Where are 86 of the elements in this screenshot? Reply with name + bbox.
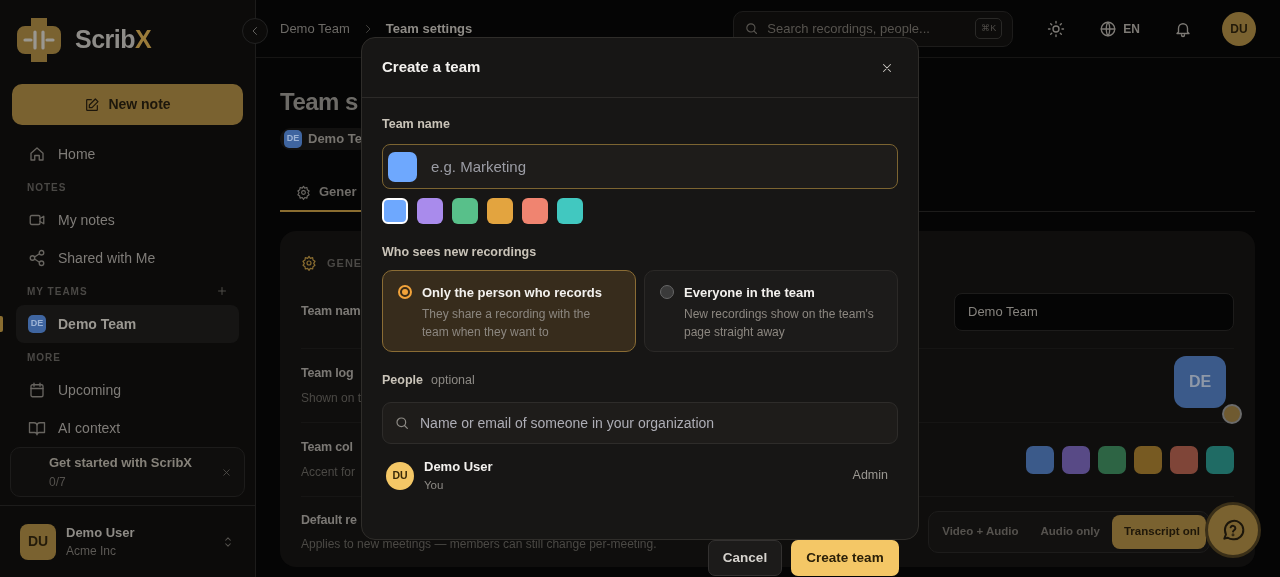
globe-icon [1099,19,1118,38]
edit-icon [84,96,101,113]
option-title: Everyone in the team [684,284,816,302]
section-header: NOTES [27,180,67,195]
organization-name: Acme Inc [66,543,117,561]
shortcut-hint: ⌘K [975,17,1003,40]
sun-icon[interactable] [1047,19,1066,38]
gear-icon [296,184,311,200]
member-avatar: DU [386,461,414,490]
segment-option[interactable]: Transcript onl [1111,515,1206,549]
visibility-option[interactable]: Everyone in the team New recordings show on the team's page straight away [644,270,898,352]
nav-item[interactable]: Upcoming [16,371,239,409]
color-swatch[interactable] [1026,445,1054,474]
option-description: New recordings show on the team's page straight away [684,305,875,341]
color-swatch[interactable] [1134,445,1162,474]
page-title: Team s [280,87,359,117]
color-swatch[interactable] [382,198,408,224]
color-swatch[interactable] [1170,445,1198,474]
user-menu[interactable]: DU Demo User Acme Inc [0,505,255,577]
field-label: People [382,372,423,388]
people-search-field[interactable]: Name or email of someone in your organization [382,401,898,444]
upload-badge[interactable] [1222,403,1242,424]
radio-icon [660,285,674,299]
optional-hint: optional [431,372,475,389]
section-header: MORE [27,350,61,365]
modal-title: Create a team [382,57,481,78]
radio-icon [398,285,412,299]
search-icon [394,414,410,431]
visibility-option[interactable]: Only the person who records They share a recording with the team when they want to [382,270,636,352]
cancel-button[interactable]: Cancel [708,540,782,576]
breadcrumb-item: Team settings [385,19,473,38]
option-title: Only the person who records [422,284,603,302]
member-note: You [424,477,445,493]
close-icon[interactable] [221,466,232,478]
create-team-button[interactable]: Create team [791,540,899,576]
nav-item[interactable]: My notes [16,201,239,239]
field-label: Team name [382,116,451,132]
team-name-input[interactable]: e.g. Marketing [382,144,898,189]
color-swatch[interactable] [487,198,513,224]
segment-option[interactable]: Audio only [1030,515,1110,549]
member-role: Admin [852,467,889,485]
color-swatch[interactable] [557,198,583,224]
color-swatch[interactable] [417,198,443,224]
team-avatar: DE [28,315,46,333]
team-color-preview [388,151,417,182]
user-avatar[interactable]: DU [1222,11,1256,46]
home-icon [28,145,46,163]
color-swatch[interactable] [1206,445,1234,474]
calendar-icon [28,381,46,399]
section-header: MY TEAMS [27,284,88,299]
color-swatch[interactable] [1062,445,1090,474]
setting-label: Team nam [301,303,361,321]
setting-description: Accent for [301,463,356,481]
setting-label: Team col [301,439,354,457]
section-title: GENE [327,255,363,271]
option-description: They share a recording with the team when they want to [422,305,592,341]
new-note-button[interactable]: New note [12,84,243,125]
color-swatch[interactable] [452,198,478,224]
team-avatar: DE [284,130,302,148]
color-swatch[interactable] [1098,445,1126,474]
logo-text: ScribX [75,24,152,56]
get-started-title: Get started with ScribX [49,454,193,473]
segment-option[interactable]: Video + Audio [932,515,1029,549]
book-icon [28,419,46,437]
nav-item[interactable]: Home [16,135,239,173]
member-name: Demo User [424,458,493,477]
get-started-card[interactable]: Get started with ScribX 0/7 [10,447,245,497]
team-name-field[interactable]: Demo Team [954,292,1234,331]
setting-label: Default re [301,511,358,529]
active-indicator [0,316,3,332]
nav-item[interactable]: Shared with Me [16,239,239,277]
progress-count: 0/7 [49,473,67,491]
share-icon [28,249,46,267]
search-icon [744,21,760,36]
nav-item[interactable]: AI context [16,409,239,447]
help-icon [1220,517,1246,543]
color-swatch[interactable] [522,198,548,224]
logo-icon [15,16,63,64]
gear-icon [301,255,317,271]
team-item[interactable]: DE Demo Team [16,305,239,343]
setting-label: Team log [301,365,355,383]
field-label: Who sees new recordings [382,244,538,260]
language-button[interactable]: EN [1099,19,1140,38]
user-name: Demo User [66,523,136,542]
user-avatar: DU [20,523,56,560]
breadcrumb-item[interactable]: Demo Team [280,18,350,39]
